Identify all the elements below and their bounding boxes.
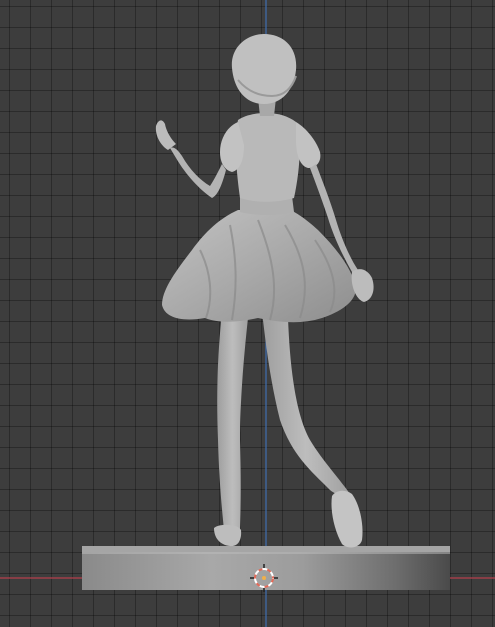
scene-canvas[interactable] bbox=[0, 0, 495, 627]
pedestal-base bbox=[82, 552, 450, 590]
left-leg bbox=[217, 312, 248, 530]
head bbox=[231, 34, 297, 104]
skirt bbox=[162, 210, 356, 323]
left-shoe bbox=[214, 524, 242, 547]
3d-viewport[interactable] bbox=[0, 0, 495, 627]
right-sleeve bbox=[296, 122, 321, 168]
right-leg bbox=[262, 312, 350, 496]
right-hand bbox=[351, 269, 374, 302]
right-shoe bbox=[331, 490, 363, 548]
torso bbox=[235, 113, 300, 202]
left-arm bbox=[170, 147, 226, 198]
left-hand bbox=[155, 120, 176, 150]
